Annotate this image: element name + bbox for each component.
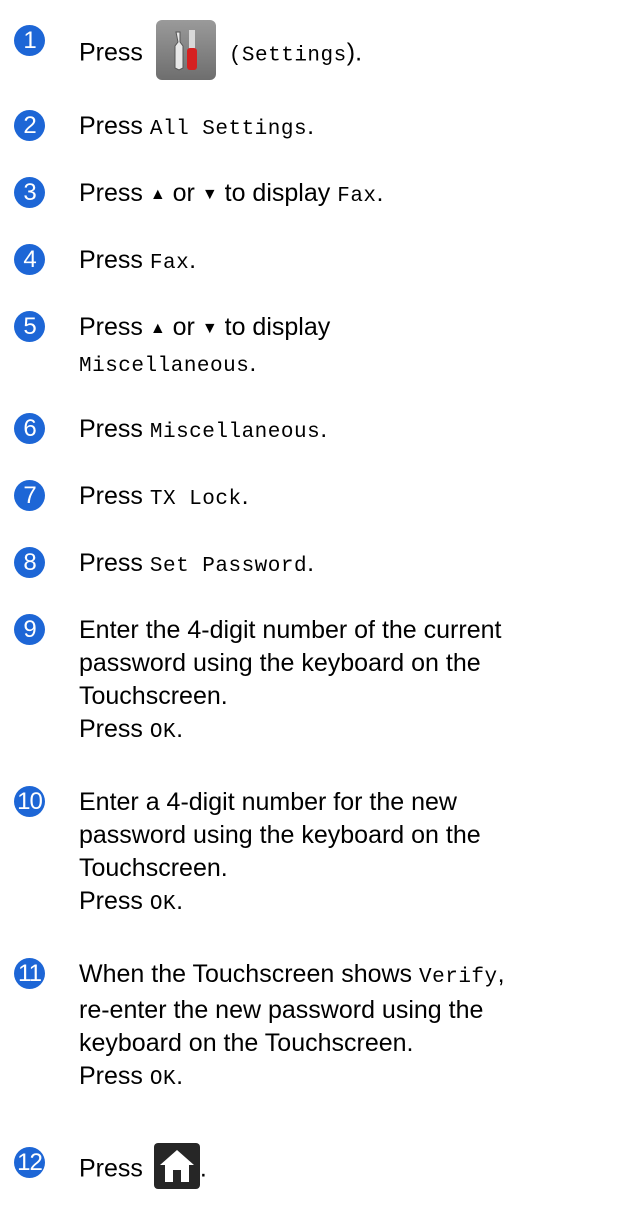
settings-paren-open: ( — [228, 44, 242, 68]
period: . — [376, 179, 384, 207]
press-label: Press — [79, 549, 143, 577]
settings-paren-close: ). — [346, 38, 363, 67]
press-label: Press — [79, 246, 143, 274]
up-arrow-icon: ▲ — [149, 186, 166, 203]
step-text: Enter a 4-digit number for the new passw… — [79, 786, 609, 921]
period: . — [176, 715, 184, 743]
step-intro: When the Touchscreen shows — [79, 960, 413, 988]
step-line: keyboard on the Touchscreen. — [79, 1029, 414, 1057]
press-label: Press — [79, 38, 143, 67]
period: . — [176, 887, 184, 915]
to-display-label: to display — [224, 313, 331, 341]
period: . — [249, 349, 257, 377]
step-text: Press (Settings). — [79, 20, 609, 84]
press-label: Press — [79, 482, 143, 510]
period: . — [307, 549, 315, 577]
press-label: Press — [79, 179, 143, 207]
menu-code: TX Lock — [149, 488, 242, 511]
press-label: Press — [79, 1154, 143, 1183]
step-text: Press . — [79, 1143, 609, 1193]
step-number-badge: 2 — [14, 110, 45, 141]
step-number-badge: 7 — [14, 480, 45, 511]
down-arrow-icon: ▼ — [201, 320, 218, 337]
step-text: Enter the 4-digit number of the current … — [79, 614, 609, 749]
step-line: password using the keyboard on the — [79, 649, 481, 677]
period: . — [189, 246, 197, 274]
period: . — [307, 112, 315, 140]
ok-code: OK — [149, 721, 177, 744]
period: . — [320, 415, 328, 443]
press-label: Press — [79, 1062, 143, 1090]
comma: , — [497, 960, 505, 988]
step-text: Press ▲ or ▼ to display Fax. — [79, 177, 609, 213]
step-line: Touchscreen. — [79, 682, 228, 710]
step-number-badge: 1 — [14, 25, 45, 56]
press-label: Press — [79, 887, 143, 915]
press-label: Press — [79, 112, 143, 140]
step-number-badge: 6 — [14, 413, 45, 444]
step-line: re-enter the new password using the — [79, 996, 484, 1024]
step-text: When the Touchscreen shows Verify, re-en… — [79, 958, 609, 1096]
settings-code: Settings — [241, 44, 347, 68]
period: . — [176, 1062, 184, 1090]
step-number-badge: 4 — [14, 244, 45, 275]
ok-code: OK — [149, 893, 177, 916]
step-text: Press Fax. — [79, 244, 609, 280]
to-display-label: to display — [224, 179, 331, 207]
step-text: Press Set Password. — [79, 547, 609, 583]
period: . — [199, 1154, 207, 1183]
menu-code: Fax — [149, 252, 190, 275]
menu-code: Fax — [337, 185, 377, 208]
menu-code: Miscellaneous — [149, 421, 321, 444]
up-arrow-icon: ▲ — [149, 320, 166, 337]
or-label: or — [172, 313, 195, 341]
press-label: Press — [79, 715, 143, 743]
step-line: Enter a 4-digit number for the new — [79, 788, 457, 816]
step-line: Touchscreen. — [79, 854, 228, 882]
step-number-badge: 5 — [14, 311, 45, 342]
press-label: Press — [79, 313, 143, 341]
ok-code: OK — [149, 1068, 177, 1091]
down-arrow-icon: ▼ — [201, 186, 218, 203]
step-number-badge: 12 — [14, 1147, 45, 1178]
menu-code: All Settings — [149, 118, 308, 141]
step-number-badge: 8 — [14, 547, 45, 578]
step-number-badge: 9 — [14, 614, 45, 645]
or-label: or — [172, 179, 195, 207]
step-text: Press Miscellaneous. — [79, 413, 609, 449]
step-number-badge: 10 — [14, 786, 45, 817]
step-number-badge: 3 — [14, 177, 45, 208]
verify-code: Verify — [419, 966, 498, 989]
press-label: Press — [79, 415, 143, 443]
step-text: Press TX Lock. — [79, 480, 609, 516]
period: . — [241, 482, 249, 510]
step-text: Press All Settings. — [79, 110, 609, 146]
step-line: Enter the 4-digit number of the current — [79, 616, 502, 644]
step-number-badge: 11 — [14, 958, 45, 989]
step-line: password using the keyboard on the — [79, 821, 481, 849]
menu-code: Miscellaneous — [79, 355, 250, 378]
step-text: Press ▲ or ▼ to display Miscellaneous. — [79, 311, 609, 383]
home-icon — [153, 1143, 200, 1189]
menu-code: Set Password — [149, 555, 308, 578]
settings-tools-icon — [155, 20, 216, 80]
